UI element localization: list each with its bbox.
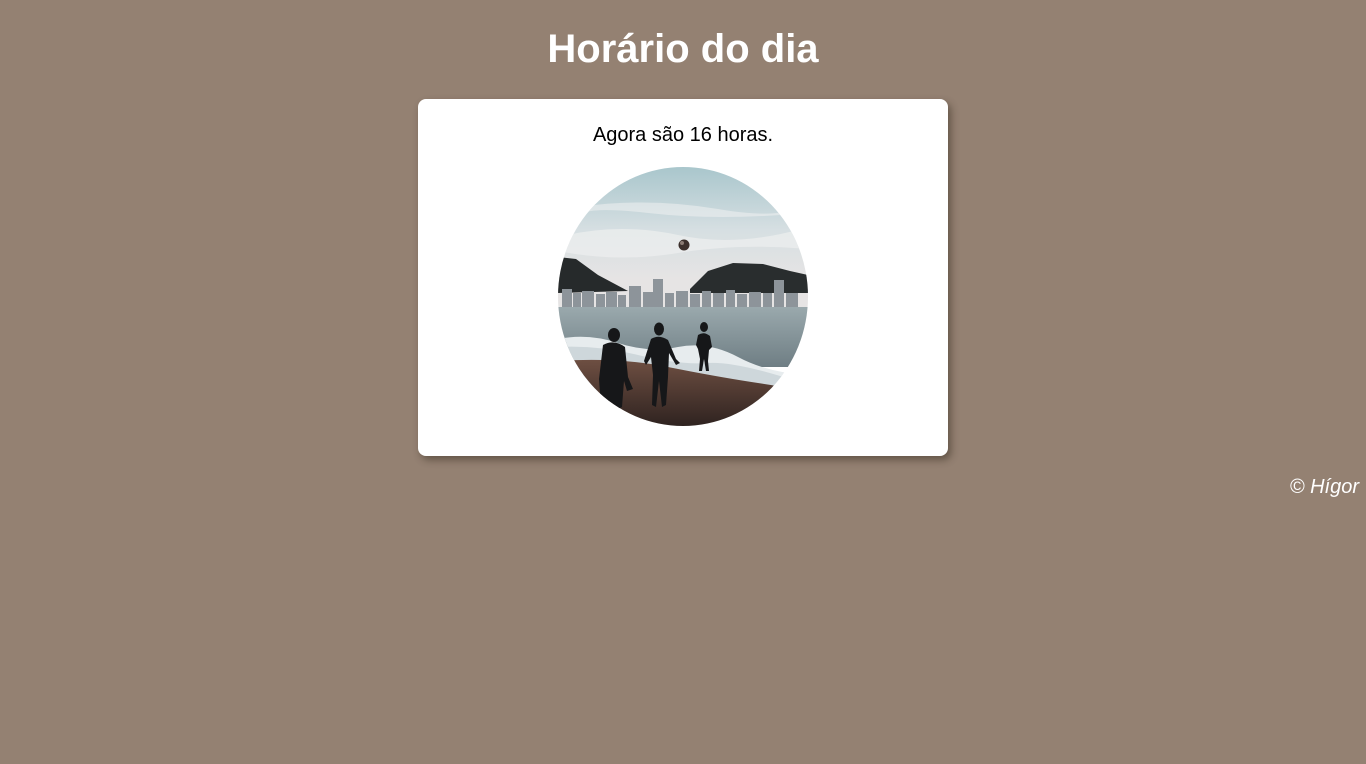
time-message: Agora são 16 horas.: [592, 124, 774, 146]
page-title: Horário do dia: [547, 27, 819, 71]
beach-photo: [558, 167, 808, 426]
time-card: Agora são 16 horas.: [418, 99, 948, 456]
page: Horário do dia Agora são 16 horas. © Híg…: [0, 0, 1366, 764]
copyright-footer: © Hígor: [1289, 476, 1359, 498]
